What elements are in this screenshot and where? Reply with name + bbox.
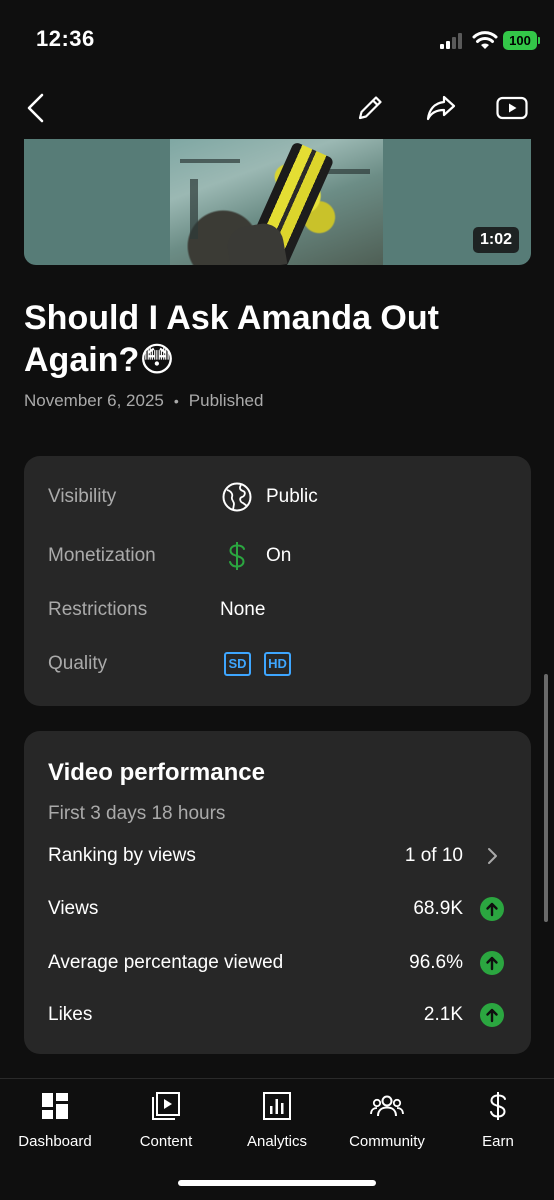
monetization-label: Monetization bbox=[48, 545, 156, 566]
tab-community[interactable]: Community bbox=[332, 1089, 442, 1159]
community-icon bbox=[370, 1089, 404, 1123]
visibility-value: Public bbox=[266, 486, 318, 507]
tab-label: Analytics bbox=[246, 1133, 308, 1150]
ranking-row[interactable]: Ranking by views 1 of 10 bbox=[48, 838, 507, 874]
arrow-up-icon bbox=[480, 951, 504, 975]
video-meta: November 6, 2025 • Published bbox=[24, 391, 263, 411]
scrollbar[interactable] bbox=[544, 674, 548, 922]
status-bar: 12:36 100 bbox=[0, 0, 554, 80]
restrictions-value: None bbox=[220, 599, 266, 620]
edit-button[interactable] bbox=[350, 88, 390, 128]
visibility-row[interactable]: Visibility Public bbox=[48, 477, 507, 517]
avg-percentage-row: Average percentage viewed 96.6% bbox=[48, 945, 507, 981]
avg-percentage-value: 96.6% bbox=[409, 952, 463, 973]
chevron-left-icon bbox=[27, 93, 44, 123]
tab-label: Content bbox=[139, 1133, 193, 1150]
meta-separator: • bbox=[173, 393, 179, 409]
tab-content[interactable]: Content bbox=[111, 1089, 221, 1159]
back-button[interactable] bbox=[16, 88, 56, 128]
likes-label: Likes bbox=[48, 1004, 93, 1025]
video-thumbnail[interactable]: 1:02 bbox=[24, 139, 531, 265]
views-value: 68.9K bbox=[413, 898, 463, 919]
views-label: Views bbox=[48, 898, 99, 919]
likes-row: Likes 2.1K bbox=[48, 997, 507, 1033]
performance-title: Video performance bbox=[48, 759, 265, 786]
status-time: 12:36 bbox=[36, 26, 95, 51]
publish-status: Published bbox=[188, 391, 264, 410]
wifi-icon bbox=[472, 31, 498, 49]
battery-icon: 100 bbox=[503, 31, 540, 50]
content-icon bbox=[149, 1089, 183, 1123]
dashboard-icon bbox=[38, 1089, 72, 1123]
home-indicator[interactable] bbox=[178, 1180, 376, 1186]
publish-date: November 6, 2025 bbox=[24, 391, 164, 410]
pencil-icon bbox=[358, 96, 382, 120]
views-row: Views 68.9K bbox=[48, 891, 507, 927]
dollar-icon bbox=[220, 539, 254, 573]
youtube-play-icon bbox=[496, 96, 528, 120]
tab-label: Dashboard bbox=[18, 1133, 92, 1150]
tab-dashboard[interactable]: Dashboard bbox=[0, 1089, 110, 1159]
view-on-youtube-button[interactable] bbox=[492, 88, 532, 128]
visibility-label: Visibility bbox=[48, 486, 117, 507]
restrictions-label: Restrictions bbox=[48, 599, 148, 620]
tab-analytics[interactable]: Analytics bbox=[222, 1089, 332, 1159]
dollar-icon bbox=[481, 1089, 515, 1123]
tab-earn[interactable]: Earn bbox=[443, 1089, 553, 1159]
cellular-signal-icon bbox=[440, 33, 466, 49]
studio-video-details-screen: 12:36 100 1:02 Should I Ask Amanda Out A… bbox=[0, 0, 554, 1200]
video-title: Should I Ask Amanda Out Again?😳 bbox=[24, 299, 439, 379]
arrow-up-icon bbox=[480, 897, 504, 921]
share-icon bbox=[426, 95, 456, 121]
hd-quality-badge: HD bbox=[264, 652, 291, 676]
analytics-icon bbox=[260, 1089, 294, 1123]
share-button[interactable] bbox=[421, 88, 461, 128]
quality-label: Quality bbox=[48, 653, 108, 674]
sd-quality-badge: SD bbox=[224, 652, 251, 676]
video-details-card[interactable]: Visibility Public Monetization On Restri… bbox=[24, 456, 531, 706]
video-duration: 1:02 bbox=[472, 227, 519, 253]
monetization-row[interactable]: Monetization On bbox=[48, 536, 507, 576]
video-performance-card[interactable]: Video performance First 3 days 18 hours … bbox=[24, 731, 531, 1054]
likes-value: 2.1K bbox=[423, 1004, 463, 1025]
performance-subtitle: First 3 days 18 hours bbox=[48, 803, 226, 824]
arrow-up-icon bbox=[480, 1003, 504, 1027]
tab-label: Community bbox=[349, 1133, 425, 1150]
monetization-value: On bbox=[266, 545, 292, 566]
ranking-value: 1 of 10 bbox=[404, 845, 463, 866]
quality-row[interactable]: Quality SD HD bbox=[48, 644, 507, 684]
globe-icon bbox=[220, 480, 254, 514]
avg-percentage-label: Average percentage viewed bbox=[48, 952, 284, 973]
thumbnail-image bbox=[170, 139, 383, 265]
ranking-label: Ranking by views bbox=[48, 845, 196, 866]
top-navigation bbox=[0, 80, 554, 136]
restrictions-row[interactable]: Restrictions None bbox=[48, 590, 507, 630]
chevron-right-icon bbox=[479, 843, 505, 869]
tab-label: Earn bbox=[482, 1133, 514, 1150]
